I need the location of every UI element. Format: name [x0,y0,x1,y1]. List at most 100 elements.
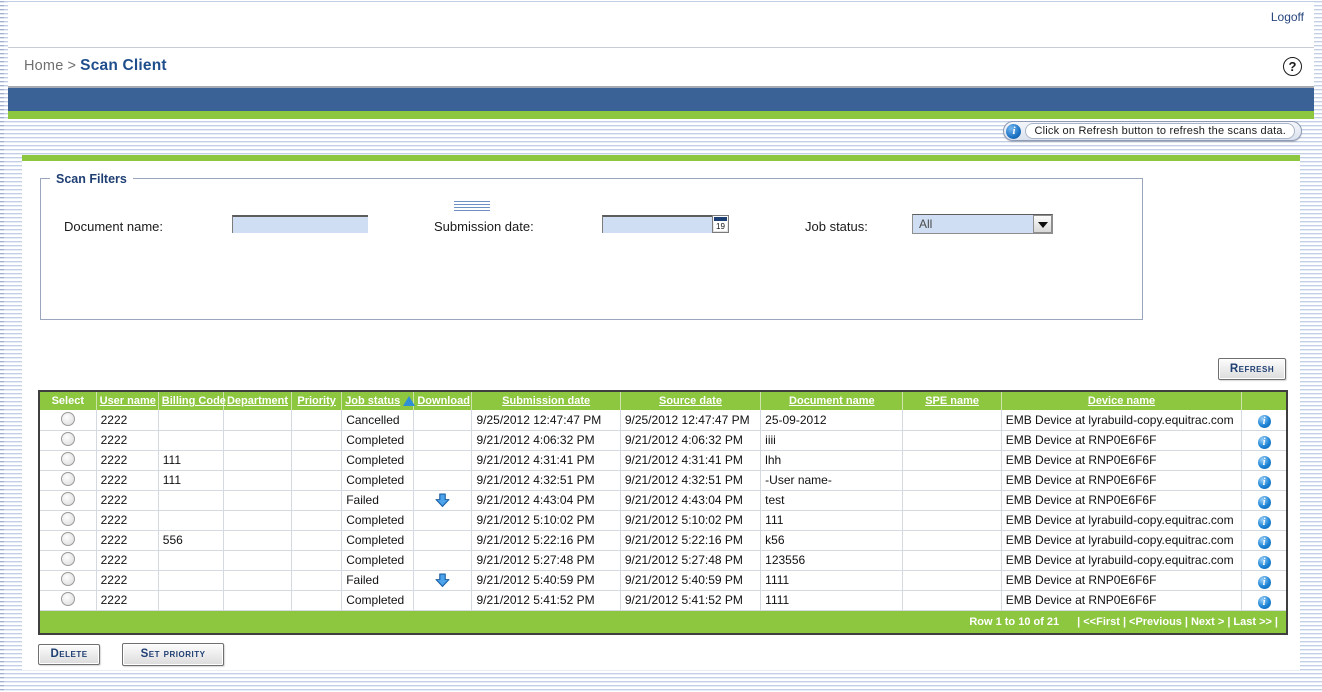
column-header-label[interactable]: User name [100,395,156,407]
pager-previous-link[interactable]: <Previous [1126,616,1185,628]
cell-info[interactable]: i [1242,510,1286,530]
cell-download[interactable] [414,570,472,590]
cell-download[interactable] [414,490,472,510]
cell-job-status: Cancelled [342,410,414,430]
row-info-icon[interactable]: i [1258,476,1271,489]
row-info-icon[interactable]: i [1258,415,1271,428]
row-select-radio[interactable] [61,412,75,426]
cell-info[interactable]: i [1242,570,1286,590]
column-header-priority[interactable]: Priority [292,392,342,410]
column-header-label[interactable]: Submission date [502,395,590,407]
column-header-submission-date[interactable]: Submission date [472,392,620,410]
row-info-icon[interactable]: i [1258,536,1271,549]
download-icon[interactable] [435,493,450,508]
breadcrumb: Home>Scan Client [24,57,167,75]
cell-info[interactable]: i [1242,590,1286,610]
column-header-label[interactable]: Department [227,395,288,407]
cell-job-status: Failed [342,570,414,590]
help-icon[interactable]: ? [1283,57,1302,76]
column-header-spe-name[interactable]: SPE name [903,392,1001,410]
set-priority-button[interactable]: Set priority [122,643,224,666]
row-info-icon[interactable]: i [1258,576,1271,589]
row-info-icon[interactable]: i [1258,556,1271,569]
row-select-radio[interactable] [61,452,75,466]
row-select-radio[interactable] [61,532,75,546]
cell-info[interactable]: i [1242,470,1286,490]
row-select-radio[interactable] [61,592,75,606]
column-header-label[interactable]: Download [417,395,470,407]
cell-document-name: iiii [761,430,903,450]
cell-info[interactable]: i [1242,430,1286,450]
cell-select[interactable] [40,450,96,470]
pager-first-link[interactable]: <<First [1080,616,1123,628]
job-status-select[interactable]: All [912,214,1053,234]
chevron-down-icon[interactable] [1033,215,1052,233]
download-icon[interactable] [435,573,450,588]
column-header-device-name[interactable]: Device name [1001,392,1242,410]
cell-select[interactable] [40,470,96,490]
row-select-radio[interactable] [61,472,75,486]
cell-select[interactable] [40,490,96,510]
cell-spe-name [903,570,1001,590]
cell-source-date: 9/21/2012 4:31:41 PM [620,450,760,470]
row-info-icon[interactable]: i [1258,436,1271,449]
column-header-download[interactable]: Download [414,392,472,410]
cell-select[interactable] [40,570,96,590]
column-header-label[interactable]: Priority [297,395,336,407]
table-row: 2222Completed9/21/2012 4:06:32 PM9/21/20… [40,430,1286,450]
column-header-document-name[interactable]: Document name [761,392,903,410]
cell-billing-code: 111 [158,450,223,470]
row-info-icon[interactable]: i [1258,456,1271,469]
cell-document-name: 1111 [761,570,903,590]
cell-info[interactable]: i [1242,550,1286,570]
cell-select[interactable] [40,590,96,610]
cell-select[interactable] [40,430,96,450]
calendar-icon[interactable]: 19 [712,215,729,233]
cell-user-name: 2222 [96,570,158,590]
column-header-department[interactable]: Department [223,392,291,410]
row-select-radio[interactable] [61,492,75,506]
column-header-job-status[interactable]: Job status [342,392,414,410]
submission-date-input[interactable] [602,215,715,233]
pager-last-link[interactable]: Last >> [1230,616,1275,628]
cell-info[interactable]: i [1242,530,1286,550]
row-select-radio[interactable] [61,512,75,526]
cell-info[interactable]: i [1242,410,1286,430]
sort-ascending-icon[interactable] [403,396,415,406]
column-header-label[interactable]: Document name [789,395,875,407]
row-select-radio[interactable] [61,572,75,586]
column-header-label[interactable]: Job status [345,395,400,407]
column-header-source-date[interactable]: Source date [620,392,760,410]
pager-next-link[interactable]: Next > [1188,616,1227,628]
cell-info[interactable]: i [1242,450,1286,470]
breadcrumb-home-link[interactable]: Home [24,58,63,74]
column-header-label[interactable]: Device name [1088,395,1155,407]
breadcrumb-bar: Home>Scan Client ? [8,48,1314,86]
cell-device-name: EMB Device at RNP0E6F6F [1001,430,1242,450]
row-info-icon[interactable]: i [1258,496,1271,509]
cell-select[interactable] [40,410,96,430]
column-header-billing-code[interactable]: Billing Code [158,392,223,410]
delete-button[interactable]: Delete [38,644,100,665]
row-select-radio[interactable] [61,432,75,446]
cell-billing-code [158,590,223,610]
column-header-label[interactable]: SPE name [925,395,979,407]
column-header-user-name[interactable]: User name [96,392,158,410]
cell-info[interactable]: i [1242,490,1286,510]
column-header-label[interactable]: Billing Code [162,395,226,407]
cell-select[interactable] [40,550,96,570]
table-body: 2222Cancelled9/25/2012 12:47:47 PM9/25/2… [40,410,1286,610]
column-header-label[interactable]: Source date [659,395,722,407]
document-name-input[interactable] [232,215,368,233]
logoff-link[interactable]: Logoff [1271,10,1304,24]
refresh-button[interactable]: Refresh [1218,358,1286,380]
row-info-icon[interactable]: i [1258,516,1271,529]
cell-select[interactable] [40,530,96,550]
row-select-radio[interactable] [61,552,75,566]
cell-submission-date: 9/21/2012 5:40:59 PM [472,570,620,590]
submission-date-label: Submission date: [434,219,534,234]
cell-billing-code [158,510,223,530]
row-info-icon[interactable]: i [1258,596,1271,609]
cell-job-status: Completed [342,550,414,570]
cell-select[interactable] [40,510,96,530]
